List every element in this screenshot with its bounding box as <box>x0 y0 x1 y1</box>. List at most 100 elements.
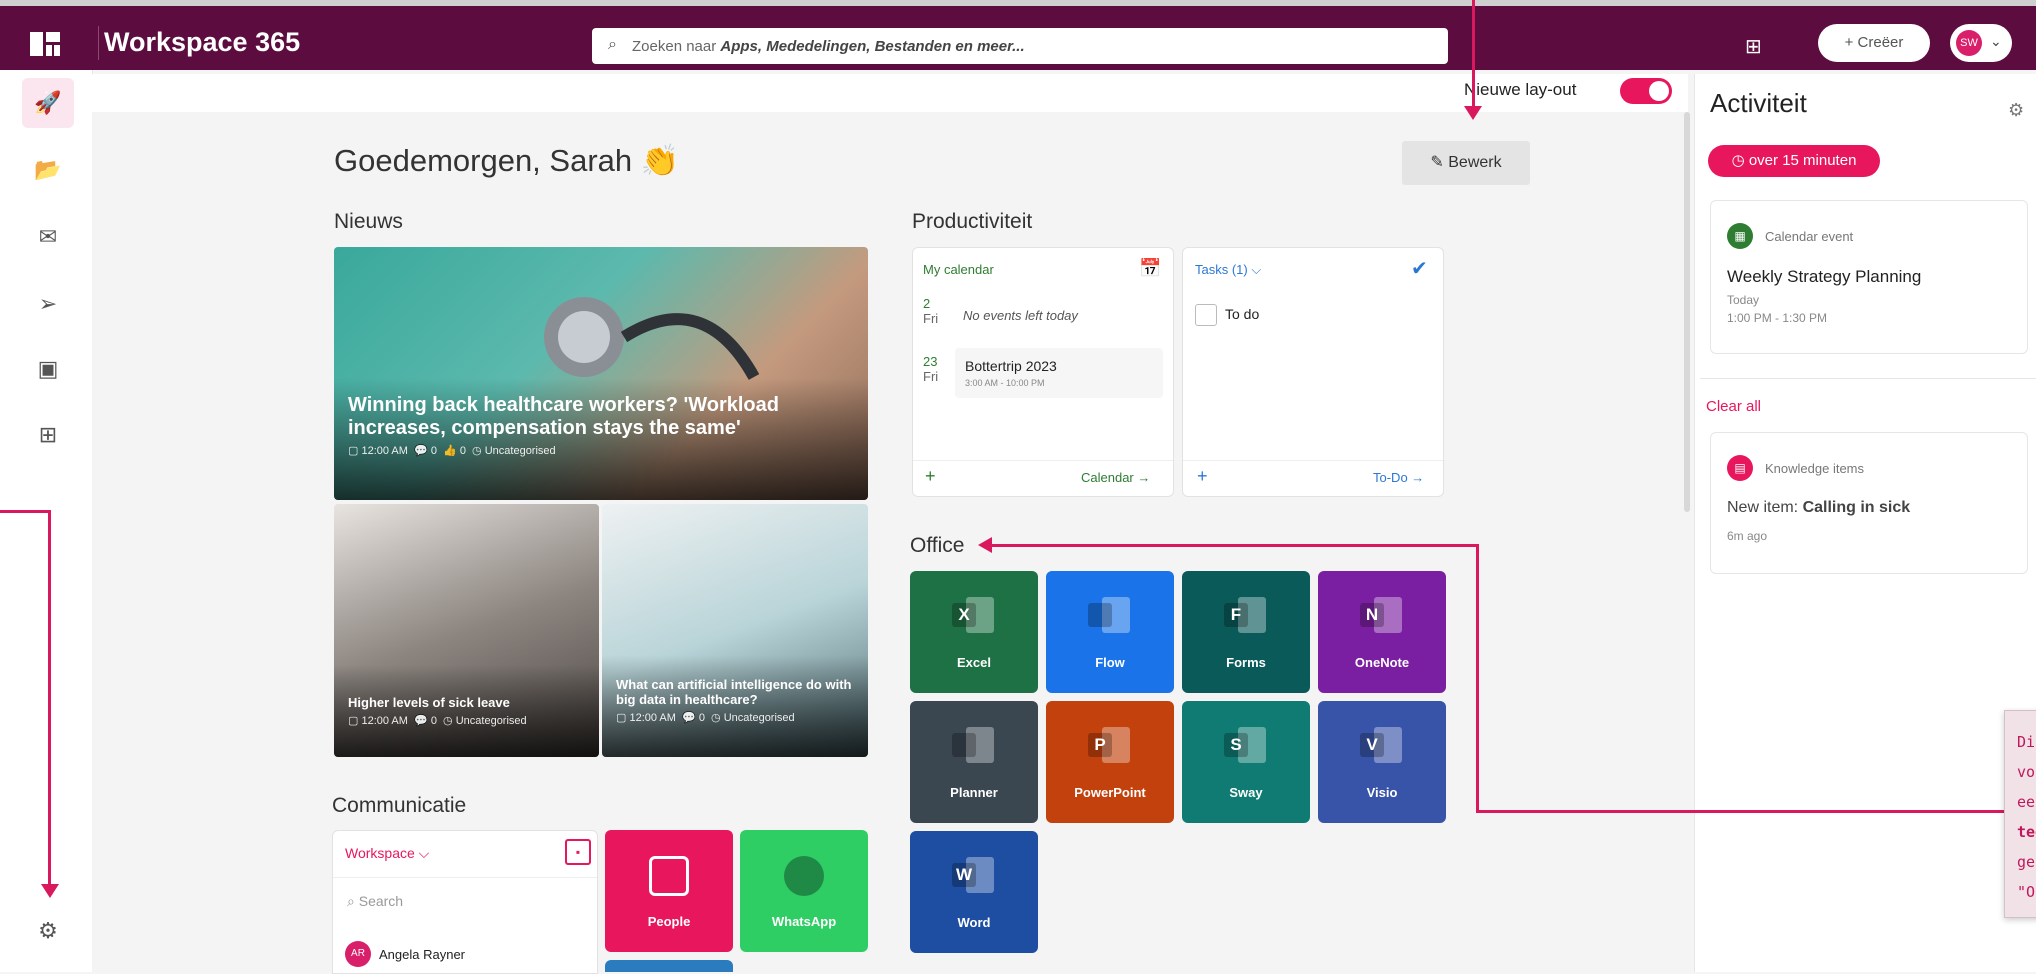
activity-type: Calendar event <box>1765 229 1854 244</box>
task-checkbox[interactable] <box>1195 304 1217 326</box>
forms-icon: F <box>1222 595 1268 635</box>
app-tile-partial[interactable] <box>605 960 733 972</box>
new-layout-toggle[interactable] <box>1620 78 1672 104</box>
contact-name[interactable]: Angela Rayner <box>379 947 465 962</box>
gift-icon[interactable]: ⊞ <box>1745 34 1762 59</box>
annotation-line-office-h2 <box>1476 810 2006 813</box>
tooltip-line: een <box>2017 793 2036 811</box>
onenote-app-tile[interactable]: N OneNote <box>1318 571 1446 693</box>
excel-icon: X <box>950 595 996 635</box>
calendar-row[interactable]: 2 Fri <box>923 296 938 326</box>
tooltip-line: "Off <box>2017 883 2036 901</box>
add-task-button[interactable]: + <box>1197 466 1208 487</box>
calendar-event[interactable]: Bottertrip 2023 3:00 AM - 10:00 PM <box>955 348 1163 398</box>
global-search-input[interactable]: ⌕ Zoeken naar Apps, Mededelingen, Bestan… <box>592 28 1448 64</box>
news-item-ai-healthcare[interactable]: What can artificial intelligence do with… <box>602 504 868 757</box>
app-letter: X <box>958 605 970 624</box>
news-meta: ▢ 12:00 AM 💬 0 ◷ Uncategorised <box>616 712 795 724</box>
contact-card-icon[interactable]: ▪ <box>565 839 591 865</box>
app-letter: P <box>1094 735 1106 754</box>
clap-emoji-icon: 👏 <box>640 143 680 178</box>
activity-event-day: Today <box>1727 293 1760 307</box>
top-bar: Workspace 365 ⌕ Zoeken naar Apps, Medede… <box>0 0 2036 70</box>
activity-settings-gear-icon[interactable]: ⚙ <box>2008 100 2024 121</box>
people-app-tile[interactable]: People <box>605 830 733 952</box>
create-button[interactable]: + Creëer <box>1818 24 1930 62</box>
app-letter: V <box>1366 735 1378 754</box>
app-letter: N <box>1365 605 1379 624</box>
powerpoint-app-tile[interactable]: P PowerPoint <box>1046 701 1174 823</box>
forms-app-tile[interactable]: F Forms <box>1182 571 1310 693</box>
time-filter-chip[interactable]: ◷ over 15 minuten <box>1708 145 1880 177</box>
calendar-footer-divider <box>913 460 1173 461</box>
app-logo-icon[interactable] <box>30 32 60 56</box>
activity-divider <box>1700 378 2036 379</box>
left-nav-rail <box>0 70 93 972</box>
visio-app-tile[interactable]: V Visio <box>1318 701 1446 823</box>
whatsapp-app-tile[interactable]: WhatsApp <box>740 830 868 952</box>
activity-knowledge-ago: 6m ago <box>1727 529 1768 543</box>
app-label: Flow <box>1095 655 1125 670</box>
clear-all-link[interactable]: Clear all <box>1706 398 1761 415</box>
news-title: Winning back healthcare workers? 'Worklo… <box>348 394 779 439</box>
tooltip-line: tege <box>2017 823 2036 841</box>
section-title-communication: Communicatie <box>332 794 467 817</box>
contacts-widget: Workspace ⌵ ▪ ⌕ Search AR Angela Rayner <box>332 830 598 974</box>
calendar-row-day: 23 Fri <box>923 354 939 384</box>
nav-settings-gear-icon[interactable]: ⚙ <box>22 906 74 956</box>
app-label: PowerPoint <box>1074 785 1146 800</box>
app-letter: F <box>1230 605 1242 624</box>
tooltip-line: gen <box>2017 853 2036 871</box>
people-icon <box>649 856 689 896</box>
edit-button[interactable]: ✎ Bewerk <box>1402 141 1530 185</box>
nav-folder-icon[interactable]: 📂 <box>22 145 74 195</box>
flow-app-tile[interactable]: Flow <box>1046 571 1174 693</box>
nav-apps-grid-icon[interactable]: ⊞ <box>22 410 74 460</box>
avatar: SW <box>1956 30 1982 56</box>
main-scrollbar[interactable] <box>1684 112 1690 512</box>
activity-calendar-card[interactable]: ▦ Calendar event Weekly Strategy Plannin… <box>1710 200 2028 354</box>
annotation-arrow-down-icon <box>41 884 59 898</box>
excel-app-tile[interactable]: X Excel <box>910 571 1038 693</box>
calendar-title[interactable]: My calendar <box>923 262 994 277</box>
word-app-tile[interactable]: W Word <box>910 831 1038 953</box>
nav-send-icon[interactable]: ➢ <box>22 279 74 329</box>
calendar-event-icon: ▦ <box>1727 223 1753 249</box>
app-label: Forms <box>1226 655 1266 670</box>
section-title-news: Nieuws <box>334 210 403 233</box>
onenote-icon: N <box>1358 595 1404 635</box>
app-letter: S <box>1230 735 1242 754</box>
workspace-dropdown[interactable]: Workspace ⌵ <box>345 845 429 862</box>
annotation-line-office-v <box>1476 544 1479 812</box>
contact-search-input[interactable]: ⌕ Search <box>347 893 403 910</box>
topbar-divider <box>98 26 99 60</box>
tooltip-line: voo <box>2017 763 2036 781</box>
sway-app-tile[interactable]: S Sway <box>1182 701 1310 823</box>
news-title: Higher levels of sick leave <box>348 695 510 710</box>
activity-title: Activiteit <box>1710 88 1807 118</box>
news-item-featured[interactable]: Winning back healthcare workers? 'Worklo… <box>334 247 868 500</box>
user-menu[interactable]: SW ⌄ <box>1950 24 2012 62</box>
nav-contacts-icon[interactable]: ▣ <box>22 344 74 394</box>
tasks-title-dropdown[interactable]: Tasks (1) ⌵ <box>1195 262 1261 278</box>
activity-knowledge-card[interactable]: ▤ Knowledge items New item: Calling in s… <box>1710 432 2028 574</box>
nav-mail-icon[interactable]: ✉ <box>22 212 74 262</box>
app-label: Word <box>957 915 991 930</box>
annotation-line-edit <box>1472 0 1475 110</box>
flow-icon <box>1086 595 1132 635</box>
news-meta: ▢ 12:00 AM 💬 0 👍 0 ◷ Uncategorised <box>348 445 556 457</box>
add-event-button[interactable]: + <box>925 466 936 487</box>
calendar-icon: 📅 <box>1139 258 1162 278</box>
todo-link[interactable]: To-Do → <box>1373 470 1424 485</box>
news-item-sick-leave[interactable]: Higher levels of sick leave ▢ 12:00 AM 💬… <box>334 504 599 757</box>
document-icon: ▤ <box>1727 455 1753 481</box>
app-title: Workspace 365 <box>104 27 301 57</box>
section-title-productivity: Productiviteit <box>912 210 1033 233</box>
checkmark-icon: ✔ <box>1411 258 1428 280</box>
clock-icon: ◷ <box>1731 152 1749 169</box>
nav-launchpad-rocket-icon[interactable]: 🚀 <box>22 78 74 128</box>
calendar-link[interactable]: Calendar → <box>1081 470 1150 485</box>
activity-event-time: 1:00 PM - 1:30 PM <box>1727 311 1828 325</box>
planner-app-tile[interactable]: Planner <box>910 701 1038 823</box>
powerpoint-icon: P <box>1086 725 1132 765</box>
